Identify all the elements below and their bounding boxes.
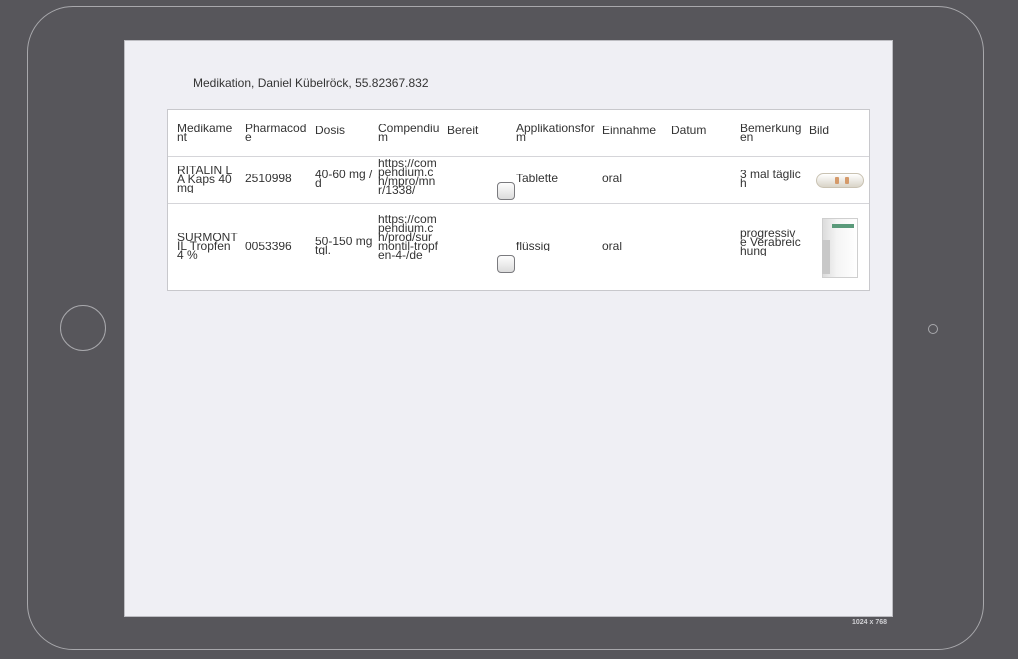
cell-medication: SURMONTIL Tropfen 4 % — [177, 233, 238, 260]
camera-dot — [928, 324, 938, 334]
medicine-box-image — [818, 214, 868, 282]
header-compendium: Compendium — [378, 124, 440, 142]
cell-compendium-link[interactable]: https://compendium.ch/mpro/mnr/1338/ — [378, 159, 440, 203]
header-medication: Medikament — [177, 124, 233, 142]
header-remark: Bemerkungen — [740, 124, 802, 142]
cell-remark: progressive Verabreichung — [740, 229, 801, 256]
screen: Medikation, Daniel Kübelröck, 55.82367.8… — [124, 40, 893, 617]
cell-remark: 3 mal täglich — [740, 170, 801, 188]
cell-compendium-link[interactable]: https://compendium.ch/prod/surmontil-tro… — [378, 215, 440, 279]
resolution-label: 1024 x 768 — [852, 619, 888, 626]
header-date: Datum — [671, 126, 707, 135]
header-intake: Einnahme — [602, 126, 657, 135]
cell-pharmacode: 2510998 — [245, 174, 292, 183]
header-dose: Dosis — [315, 126, 346, 135]
medication-table: Medikament Pharmacode Dosis Compendium B… — [167, 109, 870, 291]
table-row: RITALIN LA Kaps 40 mg 2510998 40-60 mg /… — [168, 157, 869, 204]
cell-application-form: Tablette — [516, 174, 559, 183]
home-button[interactable] — [60, 305, 106, 351]
cell-intake: oral — [602, 242, 623, 251]
cell-pharmacode: 0053396 — [245, 242, 292, 251]
header-pharmacode: Pharmacode — [245, 124, 307, 142]
cell-medication: RITALIN LA Kaps 40 mg — [177, 166, 233, 193]
header-ready: Bereit — [447, 126, 479, 135]
cell-intake: oral — [602, 174, 623, 183]
ready-checkbox[interactable] — [497, 255, 515, 273]
header-image: Bild — [809, 126, 830, 135]
cell-application-form: flüssig — [516, 242, 551, 251]
table-header-row: Medikament Pharmacode Dosis Compendium B… — [168, 110, 869, 157]
capsule-image — [816, 173, 864, 188]
cell-dose: 50-150 mg tgl. — [315, 237, 373, 255]
ready-checkbox[interactable] — [497, 182, 515, 200]
cell-dose: 40-60 mg /d — [315, 170, 373, 188]
header-application-form: Applikationsform — [516, 124, 595, 142]
page-title: Medikation, Daniel Kübelröck, 55.82367.8… — [193, 76, 429, 90]
table-row: SURMONTIL Tropfen 4 % 0053396 50-150 mg … — [168, 204, 869, 290]
